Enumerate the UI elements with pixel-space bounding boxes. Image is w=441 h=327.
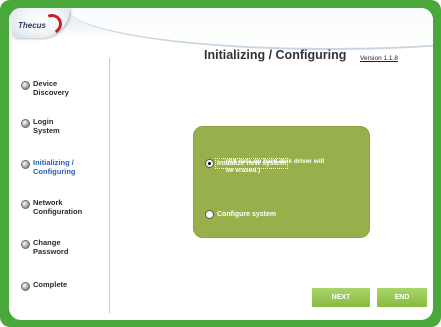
configure-system-option[interactable]: Configure system [205, 210, 276, 219]
version-link[interactable]: Version 1.1.8 [360, 55, 398, 62]
step-label: Change Password [33, 238, 69, 256]
configure-label: Configure system [217, 211, 277, 218]
sidebar-divider [109, 58, 110, 313]
setup-options-box: Initialize new system (All data on hard … [193, 126, 370, 238]
step-bullet-icon [21, 282, 30, 291]
step-device-discovery[interactable]: Device Discovery [21, 79, 69, 97]
step-bullet-icon [21, 160, 30, 169]
end-button[interactable]: END [377, 288, 427, 307]
step-label: Initializing / Configuring [33, 158, 76, 176]
step-label: Device Discovery [33, 79, 69, 97]
step-bullet-icon [21, 240, 30, 249]
step-label: Login System [33, 117, 60, 135]
step-bullet-icon [21, 81, 30, 90]
step-initializing-configuring[interactable]: Initializing / Configuring [21, 158, 76, 176]
next-button[interactable]: NEXT [312, 288, 370, 307]
page-title: Initializing / Configuring [204, 48, 347, 62]
initialize-radio[interactable] [205, 159, 214, 168]
wizard-panel: Thecus Device Discovery Login System Ini… [9, 8, 433, 320]
step-complete[interactable]: Complete [21, 280, 67, 291]
step-bullet-icon [21, 200, 30, 209]
erase-warning-note: (All data on hard disk driver will be er… [226, 158, 325, 174]
step-label: Complete [33, 280, 68, 289]
step-login-system[interactable]: Login System [21, 117, 60, 135]
step-network-configuration[interactable]: Network Configuration [21, 198, 82, 216]
step-bullet-icon [21, 119, 30, 128]
configure-radio[interactable] [205, 210, 214, 219]
header-swoosh [69, 8, 433, 50]
step-change-password[interactable]: Change Password [21, 238, 68, 256]
step-label: Network Configuration [33, 198, 83, 216]
header-bar [9, 8, 433, 50]
